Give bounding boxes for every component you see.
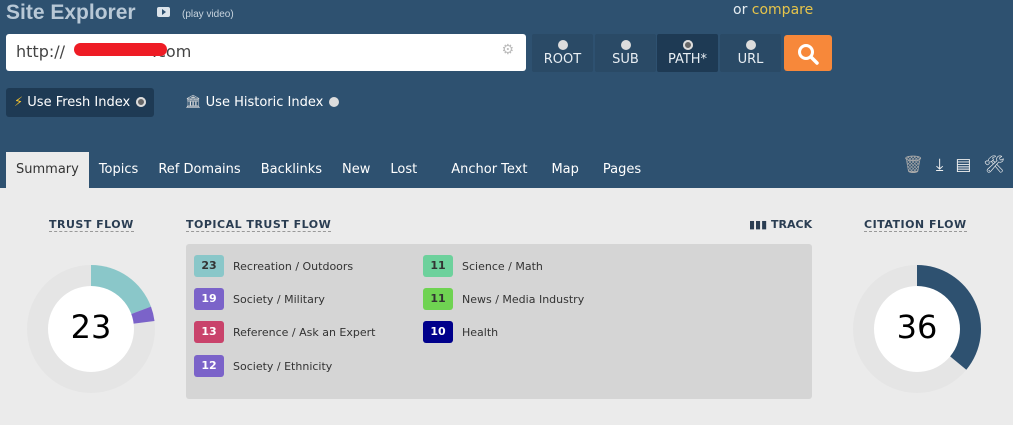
topic-score: 23 <box>194 255 224 277</box>
header: Site Explorer (play video) or compare ht… <box>0 0 1013 188</box>
download-icon[interactable]: ⤓ <box>936 155 944 175</box>
track-label: TRACK <box>771 218 813 231</box>
topic-item[interactable]: 11 News / Media Industry <box>423 288 584 310</box>
tab-ref-domains[interactable]: Ref Domains <box>148 152 250 188</box>
url-input[interactable]: http://.com ⚙ <box>6 34 526 71</box>
scope-sub[interactable]: SUB <box>595 34 656 72</box>
topic-score: 11 <box>423 288 453 310</box>
trust-flow-label[interactable]: TRUST FLOW <box>49 218 134 232</box>
topic-label: Society / Ethnicity <box>233 359 333 373</box>
tab-pages[interactable]: Pages <box>593 152 651 188</box>
radio-icon <box>329 97 340 107</box>
add-bucket-icon[interactable]: 🗑 <box>902 155 924 175</box>
scope-root[interactable]: ROOT <box>532 34 593 72</box>
compare-text: or compare <box>733 2 813 18</box>
tab-summary[interactable]: Summary <box>6 152 89 188</box>
scope-url[interactable]: URL <box>720 34 781 72</box>
citation-flow-label[interactable]: CITATION FLOW <box>864 218 967 232</box>
or-text: or <box>733 2 748 18</box>
tab-bar: Summary Topics Ref Domains Backlinks New… <box>6 152 651 188</box>
track-button[interactable]: ▮▮▮ TRACK <box>749 218 812 231</box>
topic-score: 11 <box>423 255 453 277</box>
topical-trust-flow-panel: 23 Recreation / Outdoors 19 Society / Mili… <box>186 244 812 399</box>
topic-score: 12 <box>194 355 224 377</box>
bank-icon: 🏛 <box>185 95 202 110</box>
citation-flow-value: 36 <box>896 308 938 346</box>
tab-lost[interactable]: Lost <box>380 152 427 188</box>
url-prefix: http:// <box>16 42 66 61</box>
historic-index-label: Use Historic Index <box>205 95 324 110</box>
topic-item[interactable]: 10 Health <box>423 321 498 343</box>
topic-item[interactable]: 11 Science / Math <box>423 255 543 277</box>
radio-icon <box>557 40 568 50</box>
tools-icon[interactable]: 🛠 <box>983 155 1005 175</box>
topic-label: Health <box>462 325 499 339</box>
fresh-index-option[interactable]: ⚡ Use Fresh Index <box>6 88 155 117</box>
topical-trust-flow-label[interactable]: TOPICAL TRUST FLOW <box>186 218 332 232</box>
topic-label: Society / Military <box>233 292 325 306</box>
topic-label: News / Media Industry <box>462 292 585 306</box>
topic-label: Reference / Ask an Expert <box>233 325 376 339</box>
topic-score: 13 <box>194 321 224 343</box>
bar-chart-icon: ▮▮▮ <box>749 218 768 231</box>
tab-new[interactable]: New <box>332 152 380 188</box>
trust-flow-value: 23 <box>70 308 112 346</box>
topic-item[interactable]: 12 Society / Ethnicity <box>194 355 332 377</box>
topic-item[interactable]: 23 Recreation / Outdoors <box>194 255 353 277</box>
tab-topics[interactable]: Topics <box>89 152 148 188</box>
topic-item[interactable]: 19 Society / Military <box>194 288 325 310</box>
add-report-icon[interactable]: ▤ <box>955 155 971 175</box>
search-button[interactable] <box>784 35 832 71</box>
topic-label: Recreation / Outdoors <box>233 259 354 273</box>
redaction <box>74 43 167 56</box>
scope-label: PATH* <box>667 52 708 67</box>
fresh-index-label: Use Fresh Index <box>27 95 131 110</box>
compare-link[interactable]: compare <box>752 2 813 18</box>
toolbar: 🗑 ⤓ ▤ 🛠 <box>902 155 1005 175</box>
tab-map[interactable]: Map <box>541 152 588 188</box>
video-icon[interactable] <box>157 7 170 17</box>
topic-score: 10 <box>423 321 453 343</box>
page-title: Site Explorer <box>6 1 136 24</box>
topic-label: Science / Math <box>462 259 543 273</box>
topic-item[interactable]: 13 Reference / Ask an Expert <box>194 321 375 343</box>
topic-score: 19 <box>194 288 224 310</box>
scope-label: SUB <box>612 52 639 67</box>
scope-label: URL <box>737 52 764 67</box>
play-video-link[interactable]: (play video) <box>182 9 234 20</box>
tab-backlinks[interactable]: Backlinks <box>251 152 332 188</box>
radio-icon <box>745 40 756 50</box>
scope-label: ROOT <box>543 52 582 67</box>
lightning-icon: ⚡ <box>14 95 24 110</box>
scope-path[interactable]: PATH* <box>657 34 718 72</box>
gear-icon[interactable]: ⚙ <box>501 42 514 58</box>
radio-icon <box>682 40 693 50</box>
radio-icon <box>620 40 631 50</box>
radio-icon <box>136 97 147 107</box>
historic-index-option[interactable]: 🏛 Use Historic Index <box>177 88 347 117</box>
tab-anchor-text[interactable]: Anchor Text <box>441 152 537 188</box>
search-icon <box>798 44 819 65</box>
